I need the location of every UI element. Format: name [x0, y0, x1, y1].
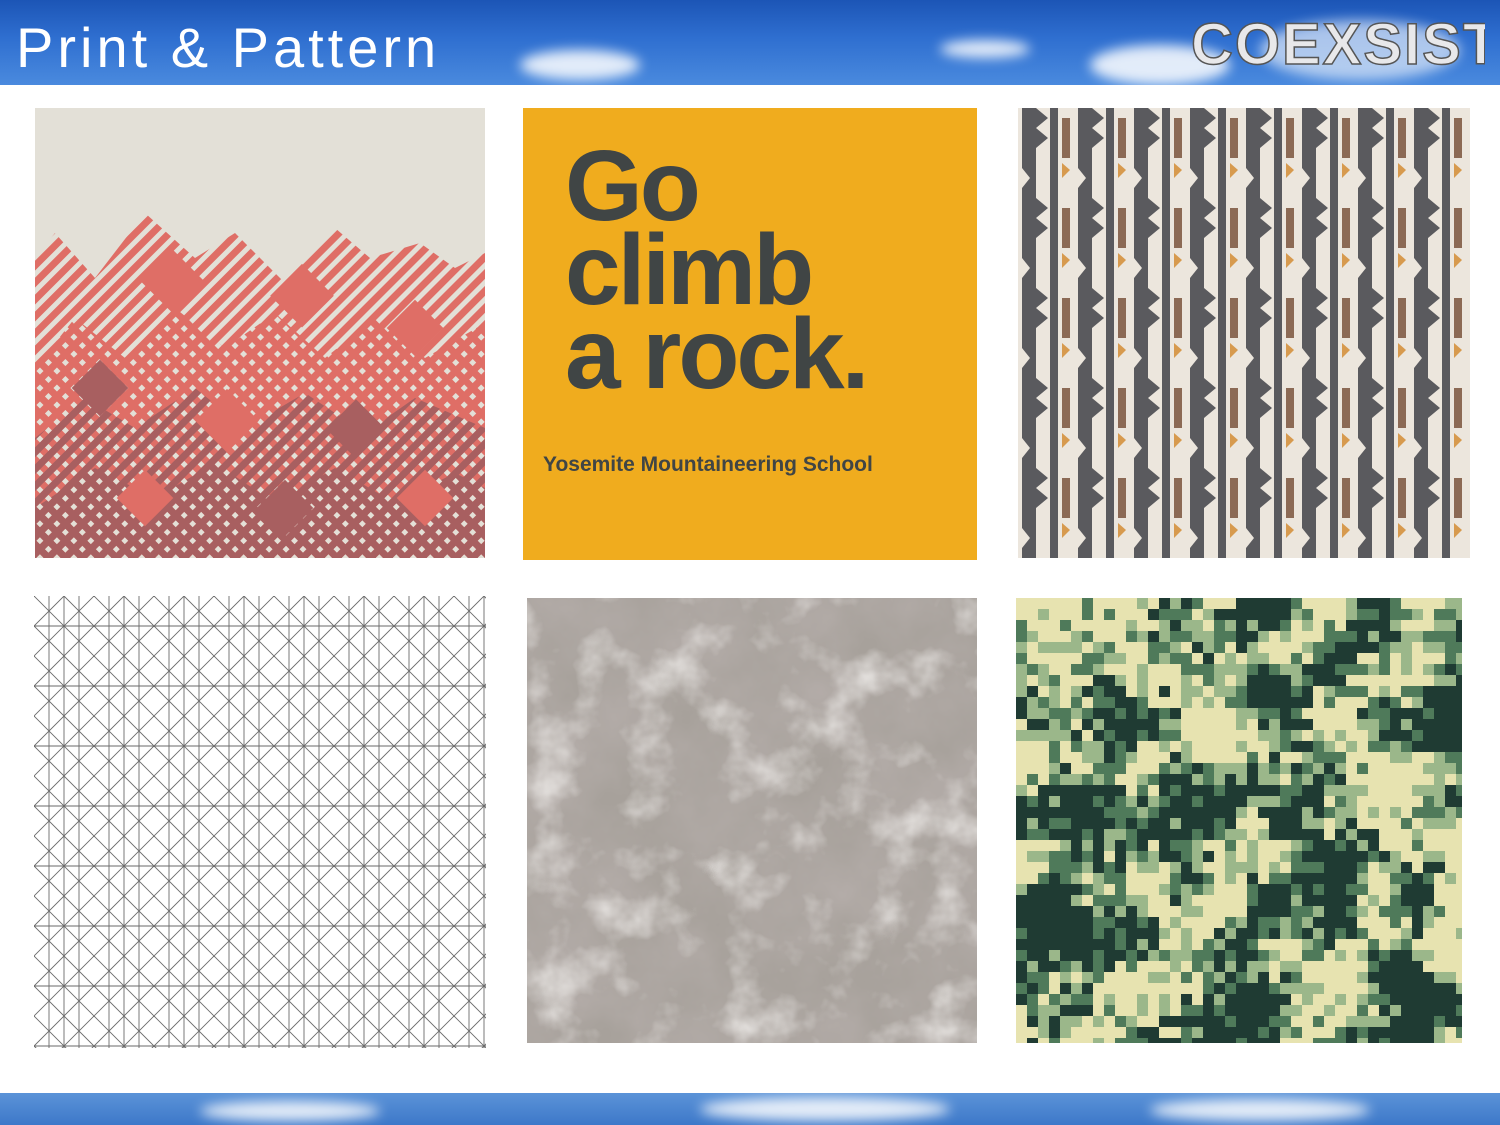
digital-camo-pattern — [1016, 598, 1462, 1043]
marble-texture — [527, 598, 977, 1043]
go-climb-a-rock-shirt: Go climb a rock. Yosemite Mountaineering… — [523, 108, 977, 560]
slide-title: Print & Pattern — [16, 16, 441, 79]
header-banner: Print & Pattern COEXSIST — [0, 0, 1500, 85]
mountain-stripes-pattern — [35, 108, 485, 558]
shirt-headline: Go climb a rock. — [565, 130, 869, 410]
coexsist-logo: COEXSIST — [1190, 11, 1485, 78]
geometric-line-pattern — [34, 596, 486, 1048]
tribal-stripe-pattern — [1018, 108, 1470, 558]
shirt-subtitle: Yosemite Mountaineering School — [543, 453, 873, 476]
footer-banner — [0, 1093, 1500, 1125]
svg-text:COEXSIST: COEXSIST — [1191, 12, 1485, 77]
